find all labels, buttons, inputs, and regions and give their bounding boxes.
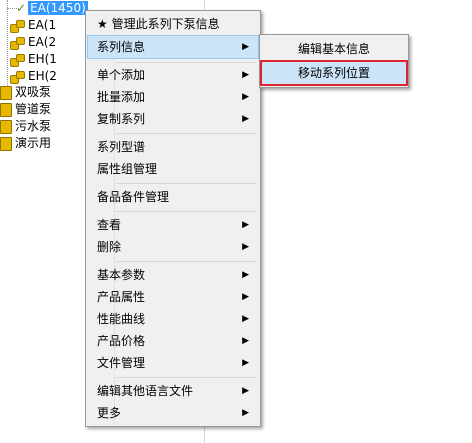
menu-item-manage-pumps[interactable]: ★ 管理此系列下泵信息 <box>88 13 258 35</box>
pump-icon <box>10 19 25 33</box>
submenu-arrow-icon: ▶ <box>242 42 249 52</box>
submenu-arrow-icon: ▶ <box>242 386 249 396</box>
submenu-arrow-icon: ▶ <box>242 358 249 368</box>
menu-item-view[interactable]: 查看 ▶ <box>88 214 258 236</box>
submenu-arrow-icon: ▶ <box>242 314 249 324</box>
submenu-arrow-icon: ▶ <box>242 220 249 230</box>
menu-item-batch-add[interactable]: 批量添加 ▶ <box>88 86 258 108</box>
menu-item-file-management[interactable]: 文件管理 ▶ <box>88 352 258 374</box>
tree-folder-double-suction[interactable]: 双吸泵 <box>0 84 51 101</box>
menu-separator <box>116 62 256 63</box>
checkmark-icon: ✓ <box>16 1 27 15</box>
menu-separator <box>116 183 256 184</box>
pump-icon <box>10 53 25 67</box>
menu-item-series-info[interactable]: 系列信息 ▶ <box>87 35 259 59</box>
tree-folder-sewage[interactable]: 污水泵 <box>0 118 51 135</box>
menu-item-basic-params[interactable]: 基本参数 ▶ <box>88 264 258 286</box>
folder-icon <box>0 85 12 100</box>
menu-item-performance-curve[interactable]: 性能曲线 ▶ <box>88 308 258 330</box>
menu-item-spare-parts[interactable]: 备品备件管理 <box>88 186 258 208</box>
menu-item-more[interactable]: 更多 ▶ <box>88 402 258 424</box>
submenu-arrow-icon: ▶ <box>242 292 249 302</box>
menu-item-edit-language-files[interactable]: 编辑其他语言文件 ▶ <box>88 380 258 402</box>
tree-line <box>7 0 8 86</box>
tree-node-ea1450[interactable]: ✓ EA(1450) <box>16 0 88 17</box>
submenu-arrow-icon: ▶ <box>242 408 249 418</box>
submenu-arrow-icon: ▶ <box>242 92 249 102</box>
submenu-arrow-icon: ▶ <box>242 270 249 280</box>
menu-item-attribute-groups[interactable]: 属性组管理 <box>88 158 258 180</box>
folder-icon <box>0 136 12 151</box>
menu-item-product-price[interactable]: 产品价格 ▶ <box>88 330 258 352</box>
tree-folder-pipeline[interactable]: 管道泵 <box>0 101 51 118</box>
pump-icon <box>10 36 25 50</box>
menu-item-series-spectrum[interactable]: 系列型谱 <box>88 136 258 158</box>
context-menu: ★ 管理此系列下泵信息 系列信息 ▶ 单个添加 ▶ 批量添加 ▶ 复制系列 ▶ 系列型谱… <box>85 10 261 427</box>
folder-icon <box>0 119 12 134</box>
menu-separator <box>116 211 256 212</box>
menu-separator <box>116 377 256 378</box>
submenu-arrow-icon: ▶ <box>242 70 249 80</box>
menu-item-copy-series[interactable]: 复制系列 ▶ <box>88 108 258 130</box>
menu-item-product-attributes[interactable]: 产品属性 ▶ <box>88 286 258 308</box>
submenu-arrow-icon: ▶ <box>242 242 249 252</box>
series-info-submenu: 编辑基本信息 移动系列位置 <box>259 34 409 88</box>
menu-separator <box>116 133 256 134</box>
submenu-item-move-series-position[interactable]: 移动系列位置 <box>260 60 408 86</box>
menu-item-delete[interactable]: 删除 ▶ <box>88 236 258 258</box>
submenu-item-edit-basic-info[interactable]: 编辑基本信息 <box>262 38 406 60</box>
submenu-arrow-icon: ▶ <box>242 114 249 124</box>
tree-node-eh2[interactable]: EH(2 <box>10 68 59 85</box>
tree-node-eh1[interactable]: EH(1 <box>10 51 59 68</box>
tree-node-ea1[interactable]: EA(1 <box>10 17 58 34</box>
tree-node-ea2[interactable]: EA(2 <box>10 34 58 51</box>
menu-separator <box>116 261 256 262</box>
tree-folder-demo[interactable]: 演示用 <box>0 135 51 152</box>
menu-item-single-add[interactable]: 单个添加 ▶ <box>88 64 258 86</box>
pump-icon <box>10 70 25 84</box>
folder-icon <box>0 102 12 117</box>
submenu-arrow-icon: ▶ <box>242 336 249 346</box>
